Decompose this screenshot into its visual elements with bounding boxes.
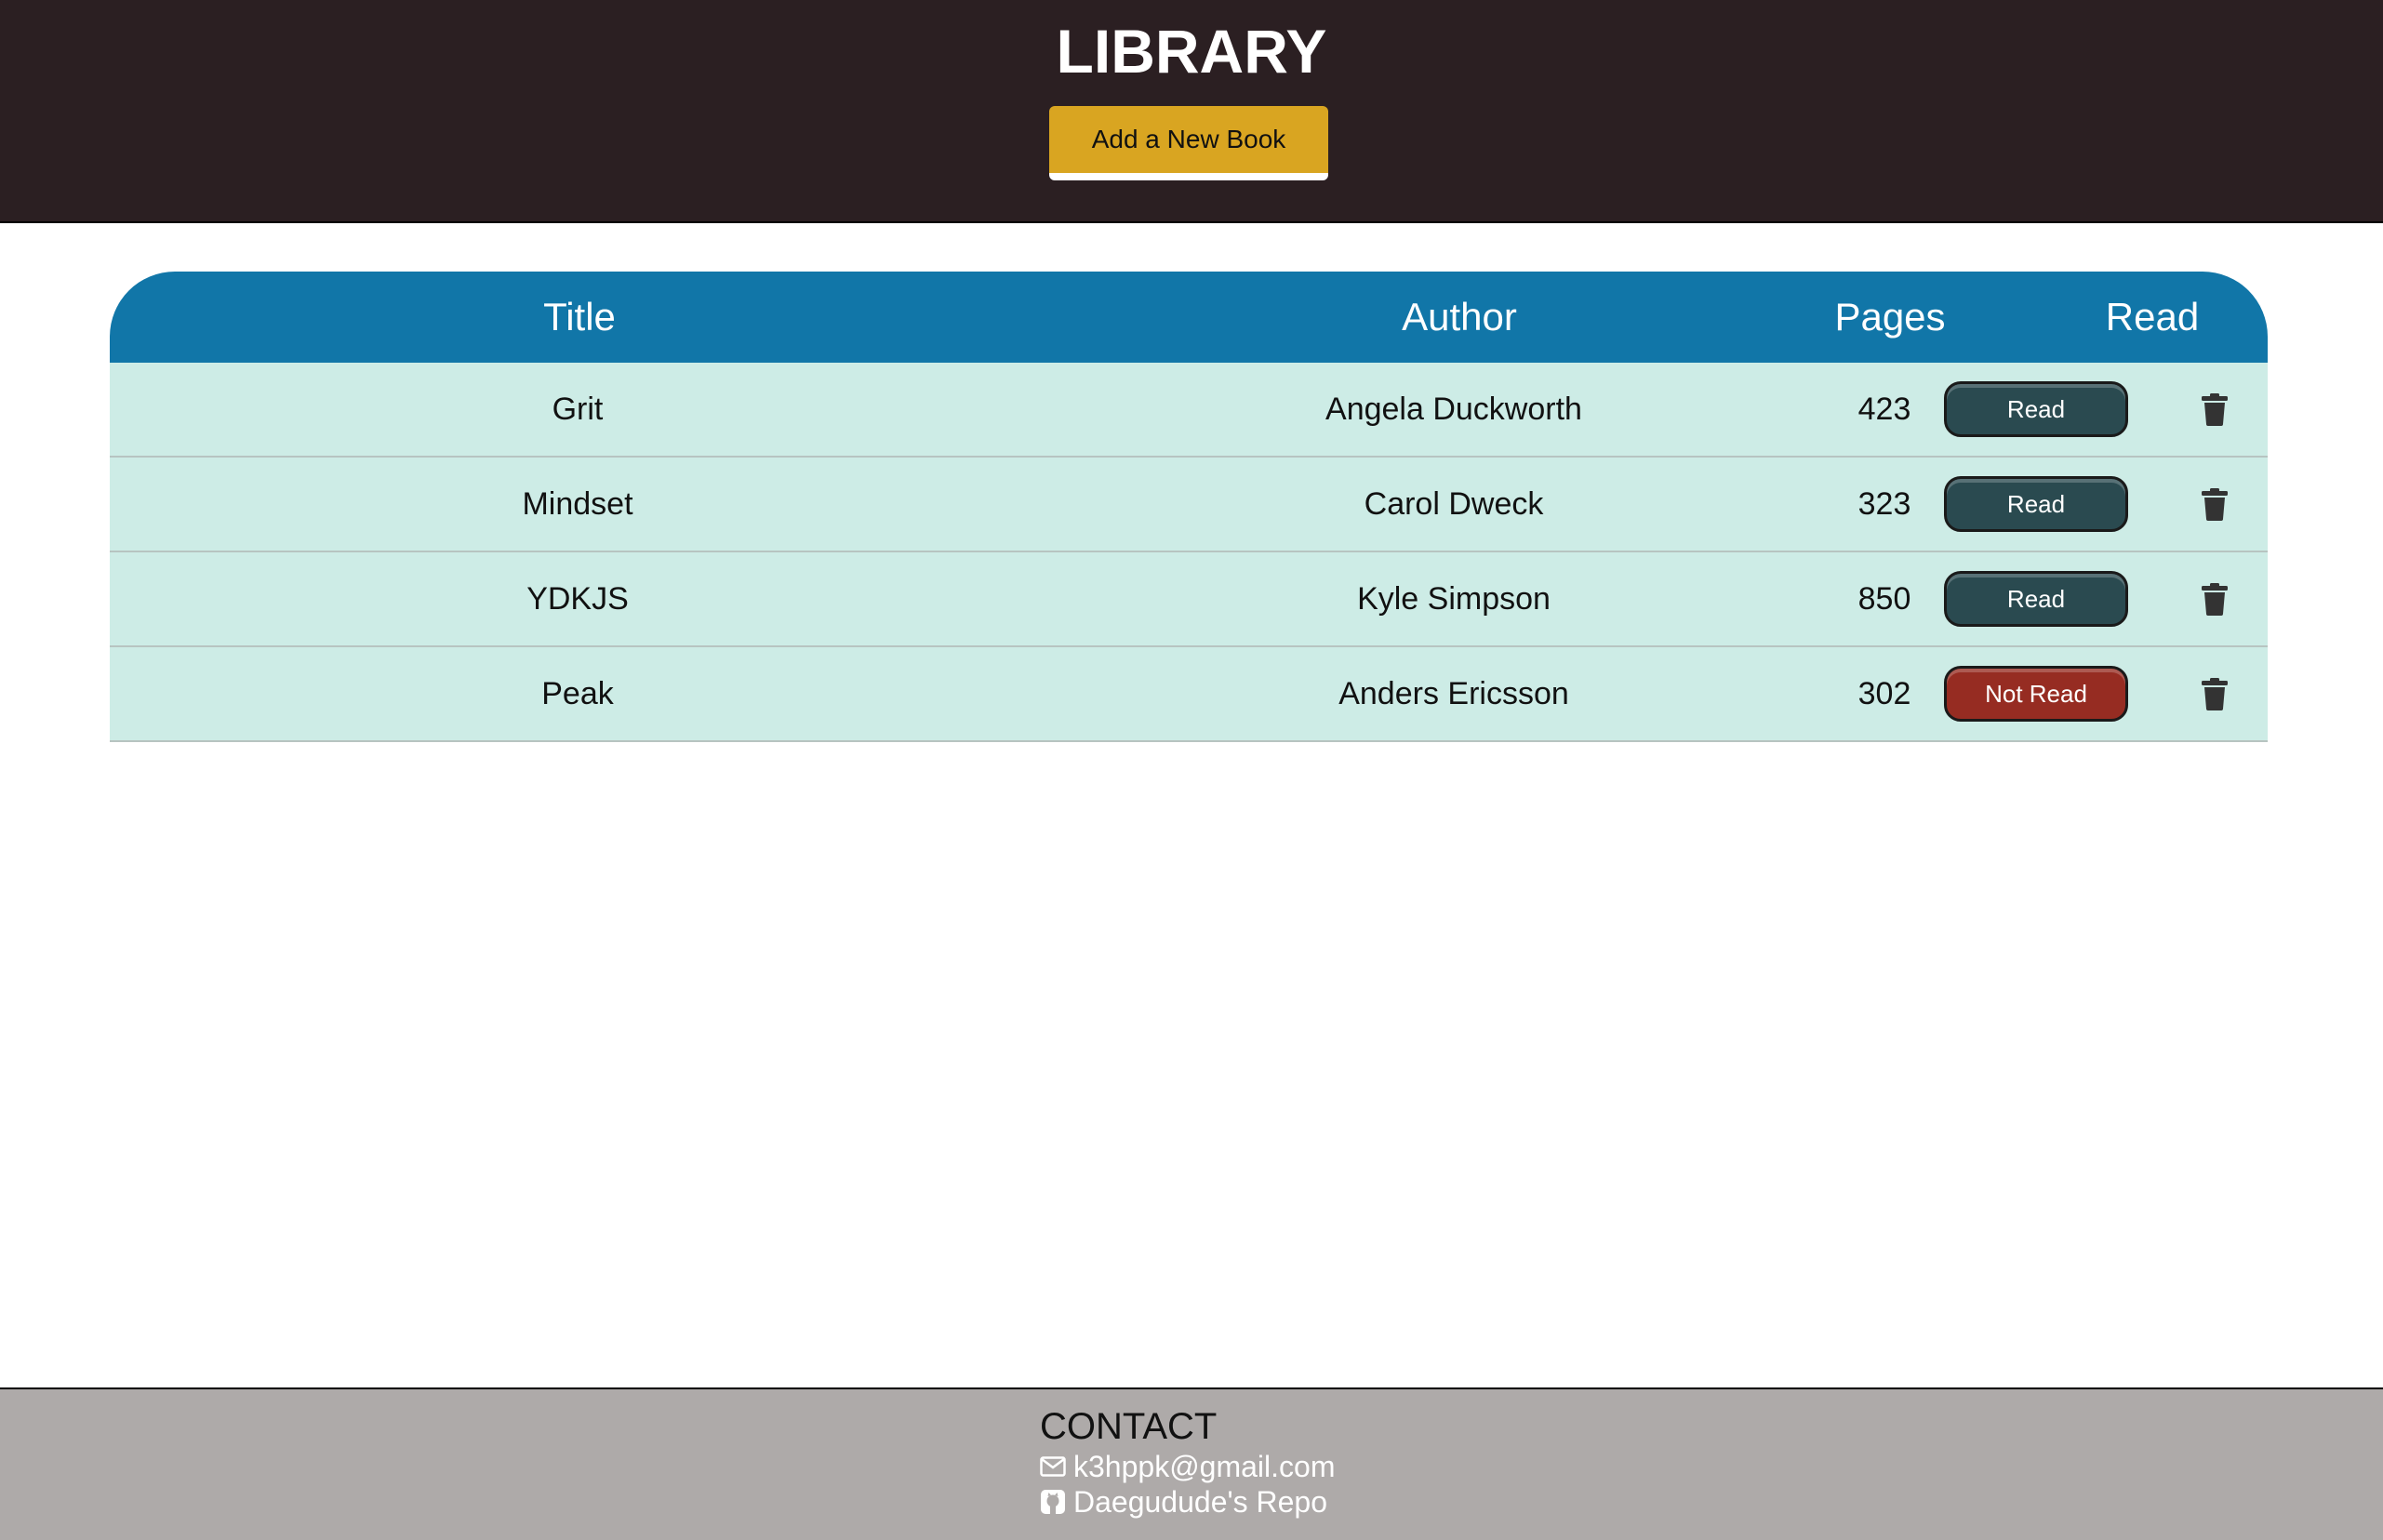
trash-icon[interactable] — [2201, 392, 2229, 426]
table-header: Title Author Pages Read — [110, 272, 2268, 363]
book-title: Peak — [541, 676, 614, 711]
table-row: YDKJS Kyle Simpson 850 Read — [110, 552, 2268, 647]
book-title: Grit — [552, 392, 604, 427]
contact-heading: CONTACT — [1040, 1406, 1218, 1447]
trash-icon[interactable] — [2201, 582, 2229, 616]
email-link[interactable]: k3hppk@gmail.com — [1040, 1449, 1335, 1484]
trash-icon[interactable] — [2201, 487, 2229, 521]
column-header-title: Title — [543, 295, 616, 339]
repo-link[interactable]: Daegudude's Repo — [1040, 1484, 1335, 1520]
page-title: LIBRARY — [1056, 17, 1327, 86]
table-row: Grit Angela Duckworth 423 Read — [110, 363, 2268, 458]
trash-icon[interactable] — [2201, 677, 2229, 710]
book-author: Carol Dweck — [1364, 486, 1544, 522]
envelope-icon — [1040, 1456, 1066, 1477]
add-new-book-button[interactable]: Add a New Book — [1049, 106, 1328, 180]
column-header-read: Read — [2105, 295, 2200, 339]
table-body: Grit Angela Duckworth 423 Read Mindset Carol … — [110, 363, 2268, 742]
read-status-toggle[interactable]: Read — [1944, 381, 2128, 437]
contact-section: CONTACT k3hppk@gmail.com Daegudude's Rep… — [1040, 1404, 1335, 1520]
table-row: Mindset Carol Dweck 323 Read — [110, 458, 2268, 552]
column-header-author: Author — [1402, 295, 1517, 339]
book-title: Mindset — [522, 486, 633, 522]
read-status-toggle[interactable]: Not Read — [1944, 666, 2128, 722]
book-title: YDKJS — [526, 581, 629, 617]
email-text: k3hppk@gmail.com — [1073, 1449, 1336, 1483]
book-author: Angela Duckworth — [1325, 392, 1582, 427]
column-header-pages: Pages — [1834, 295, 1946, 339]
header: LIBRARY Add a New Book — [0, 0, 2383, 223]
book-author: Kyle Simpson — [1357, 581, 1551, 617]
read-status-toggle[interactable]: Read — [1944, 476, 2128, 532]
footer: CONTACT k3hppk@gmail.com Daegudude's Rep… — [0, 1387, 2383, 1540]
table-row: Peak Anders Ericsson 302 Not Read — [110, 647, 2268, 742]
repo-text: Daegudude's Repo — [1073, 1484, 1327, 1519]
book-author: Anders Ericsson — [1338, 676, 1569, 711]
read-status-toggle[interactable]: Read — [1944, 571, 2128, 627]
books-table: Title Author Pages Read Grit Angela Duckw… — [110, 272, 2268, 742]
github-icon — [1041, 1490, 1065, 1514]
